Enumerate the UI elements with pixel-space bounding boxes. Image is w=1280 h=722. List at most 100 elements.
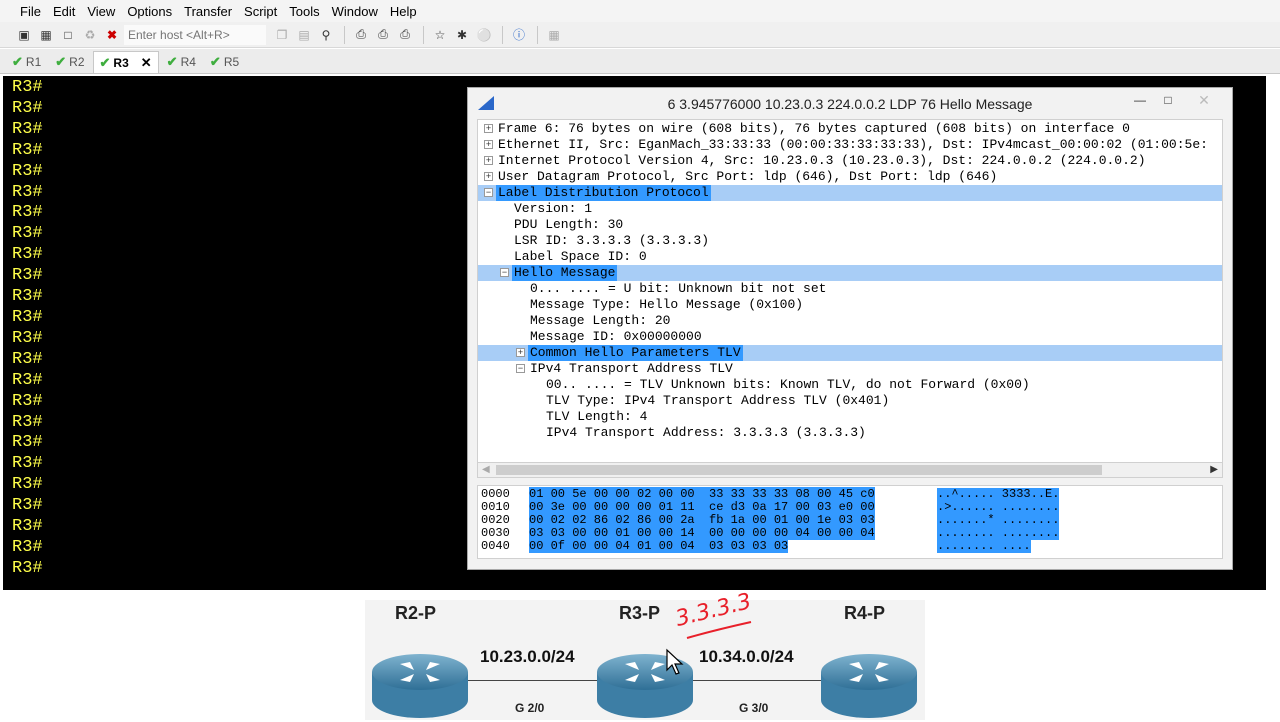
close-tab-icon[interactable]: ✕ bbox=[141, 55, 152, 71]
packet-tree[interactable]: + Frame 6: 76 bytes on wire (608 bits), 7… bbox=[477, 119, 1223, 465]
collapse-icon[interactable]: − bbox=[500, 268, 509, 277]
tree-row[interactable]: + Frame 6: 76 bytes on wire (608 bits), 7… bbox=[478, 121, 1132, 137]
menu-help[interactable]: Help bbox=[384, 4, 423, 19]
copy-icon[interactable]: ❐ bbox=[272, 25, 292, 45]
scroll-right-icon[interactable]: ▶ bbox=[1210, 464, 1218, 475]
router-label-r4: R4-P bbox=[844, 603, 886, 623]
expand-icon[interactable]: + bbox=[484, 156, 493, 165]
close-icon[interactable]: ✕ bbox=[1182, 90, 1226, 110]
menu-window[interactable]: Window bbox=[326, 4, 384, 19]
print-icon[interactable]: ⎙ bbox=[351, 25, 371, 45]
tree-row[interactable]: PDU Length: 30 bbox=[478, 217, 625, 233]
tree-row[interactable]: IPv4 Transport Address: 3.3.3.3 (3.3.3.3… bbox=[478, 425, 868, 441]
annotation-underline bbox=[686, 621, 752, 639]
tree-row[interactable]: TLV Type: IPv4 Transport Address TLV (0x… bbox=[478, 393, 891, 409]
tree-row[interactable]: Message Length: 20 bbox=[478, 313, 672, 329]
packet-detail-window: 6 3.945776000 10.23.0.3 224.0.0.2 LDP 76… bbox=[467, 87, 1233, 570]
hex-dump[interactable]: 0000 01 00 5e 00 00 02 00 00 33 33 33 33 … bbox=[477, 485, 1223, 559]
tree-row[interactable]: + Ethernet II, Src: EganMach_33:33:33 (00… bbox=[478, 137, 1210, 153]
terminal-prompt-line: R3# bbox=[12, 307, 43, 327]
host-input[interactable] bbox=[124, 24, 266, 45]
tree-row[interactable]: TLV Length: 4 bbox=[478, 409, 649, 425]
tree-row-text: Message Length: 20 bbox=[530, 313, 671, 328]
tree-row[interactable]: − Label Distribution Protocol bbox=[478, 185, 1222, 201]
session-options-icon[interactable]: ☆ bbox=[430, 25, 450, 45]
menu-tools[interactable]: Tools bbox=[283, 4, 325, 19]
tab-r4[interactable]: ✔ R4 bbox=[161, 51, 202, 73]
tree-row-text: Message Type: Hello Message (0x100) bbox=[530, 297, 804, 312]
maximize-icon[interactable]: □ bbox=[1154, 90, 1182, 110]
print-selection-icon[interactable]: ⎙ bbox=[373, 25, 393, 45]
terminal-prompt-line: R3# bbox=[12, 537, 43, 557]
tree-row[interactable]: 00.. .... = TLV Unknown bits: Known TLV,… bbox=[478, 377, 1032, 393]
tree-row[interactable]: Message Type: Hello Message (0x100) bbox=[478, 297, 805, 313]
tab-r1[interactable]: ✔ R1 bbox=[6, 51, 47, 73]
terminal-prompt-line: R3# bbox=[12, 203, 43, 223]
terminal-scrollbar[interactable] bbox=[1266, 76, 1280, 590]
router-label-r2: R2-P bbox=[395, 603, 437, 623]
hex-ascii: ........ .... bbox=[937, 539, 1031, 553]
tree-row-text: TLV Length: 4 bbox=[546, 409, 648, 424]
collapse-icon[interactable]: − bbox=[484, 188, 493, 197]
help-icon[interactable]: ⓘ bbox=[509, 25, 529, 45]
tree-row-text: 0... .... = U bit: Unknown bit not set bbox=[530, 281, 827, 296]
expand-icon[interactable]: + bbox=[484, 124, 493, 133]
menu-options[interactable]: Options bbox=[121, 4, 178, 19]
tree-row[interactable]: + Internet Protocol Version 4, Src: 10.23… bbox=[478, 153, 1148, 169]
tab-r3[interactable]: ✔ R3 ✕ bbox=[92, 51, 159, 73]
tree-row[interactable]: + Common Hello Parameters TLV bbox=[478, 345, 1222, 361]
minimize-icon[interactable]: — bbox=[1126, 90, 1154, 110]
window-icon[interactable]: ▦ bbox=[544, 25, 564, 45]
expand-icon[interactable]: + bbox=[484, 172, 493, 181]
tree-row[interactable]: 0... .... = U bit: Unknown bit not set bbox=[478, 281, 828, 297]
terminal-prompt-line: R3# bbox=[12, 391, 43, 411]
terminal-prompt-line: R3# bbox=[12, 78, 43, 97]
check-icon: ✔ bbox=[209, 54, 221, 69]
tree-row-text: PDU Length: 30 bbox=[514, 217, 624, 232]
menu-script[interactable]: Script bbox=[238, 4, 283, 19]
quick-connect-icon[interactable]: ▦ bbox=[36, 25, 56, 45]
menu-transfer[interactable]: Transfer bbox=[178, 4, 238, 19]
menu-file[interactable]: File bbox=[14, 4, 47, 19]
link-r3-r4 bbox=[690, 680, 825, 681]
disconnect-icon[interactable]: ✖ bbox=[102, 25, 122, 45]
tree-row-text: Internet Protocol Version 4, Src: 10.23.… bbox=[498, 153, 1146, 168]
tree-row[interactable]: − IPv4 Transport Address TLV bbox=[478, 361, 735, 377]
tab-r2[interactable]: ✔ R2 bbox=[49, 51, 90, 73]
toolbar: ▣ ▦ □ ♻ ✖ ❐ ▤ ⚲ ⎙ ⎙ ⎙ ☆ ✱ ⚪ ⓘ ▦ bbox=[0, 22, 1280, 48]
collapse-icon[interactable]: − bbox=[516, 364, 525, 373]
tree-row[interactable]: Version: 1 bbox=[478, 201, 594, 217]
window-titlebar[interactable]: 6 3.945776000 10.23.0.3 224.0.0.2 LDP 76… bbox=[468, 88, 1232, 118]
scroll-thumb[interactable] bbox=[496, 465, 1102, 475]
tree-row[interactable]: Message ID: 0x00000000 bbox=[478, 329, 704, 345]
toolbar-separator bbox=[344, 25, 345, 44]
scroll-left-icon[interactable]: ◀ bbox=[482, 464, 490, 475]
paste-icon[interactable]: ▤ bbox=[294, 25, 314, 45]
printer-icon[interactable]: ⎙ bbox=[395, 25, 415, 45]
tree-row[interactable]: − Hello Message bbox=[478, 265, 1222, 281]
tree-row-text: Version: 1 bbox=[514, 201, 593, 216]
tree-row[interactable]: LSR ID: 3.3.3.3 (3.3.3.3) bbox=[478, 233, 711, 249]
mouse-cursor-icon bbox=[666, 648, 684, 675]
connect-in-tab-icon[interactable]: □ bbox=[58, 25, 78, 45]
menu-view[interactable]: View bbox=[81, 4, 121, 19]
terminal-prompt-line: R3# bbox=[12, 433, 43, 453]
horizontal-scrollbar[interactable]: ◀ ▶ bbox=[477, 462, 1223, 478]
tree-row[interactable]: Label Space ID: 0 bbox=[478, 249, 649, 265]
reconnect-icon[interactable]: ♻ bbox=[80, 25, 100, 45]
expand-icon[interactable]: + bbox=[516, 348, 525, 357]
tree-row[interactable]: + User Datagram Protocol, Src Port: ldp (… bbox=[478, 169, 999, 185]
expand-icon[interactable]: + bbox=[484, 140, 493, 149]
terminal-prompt-line: R3# bbox=[12, 119, 43, 139]
tab-r5[interactable]: ✔ R5 bbox=[204, 51, 245, 73]
check-icon: ✔ bbox=[99, 54, 111, 70]
check-icon: ✔ bbox=[12, 54, 23, 69]
terminal-prompt-line: R3# bbox=[12, 475, 43, 495]
terminal-prompt-line: R3# bbox=[12, 328, 43, 348]
keymap-icon[interactable]: ⚪ bbox=[474, 25, 494, 45]
menu-edit[interactable]: Edit bbox=[47, 4, 81, 19]
hex-bytes: 03 03 00 00 01 00 00 14 00 00 00 00 04 0… bbox=[529, 526, 875, 540]
global-options-icon[interactable]: ✱ bbox=[452, 25, 472, 45]
connect-icon[interactable]: ▣ bbox=[14, 25, 34, 45]
find-icon[interactable]: ⚲ bbox=[316, 25, 336, 45]
